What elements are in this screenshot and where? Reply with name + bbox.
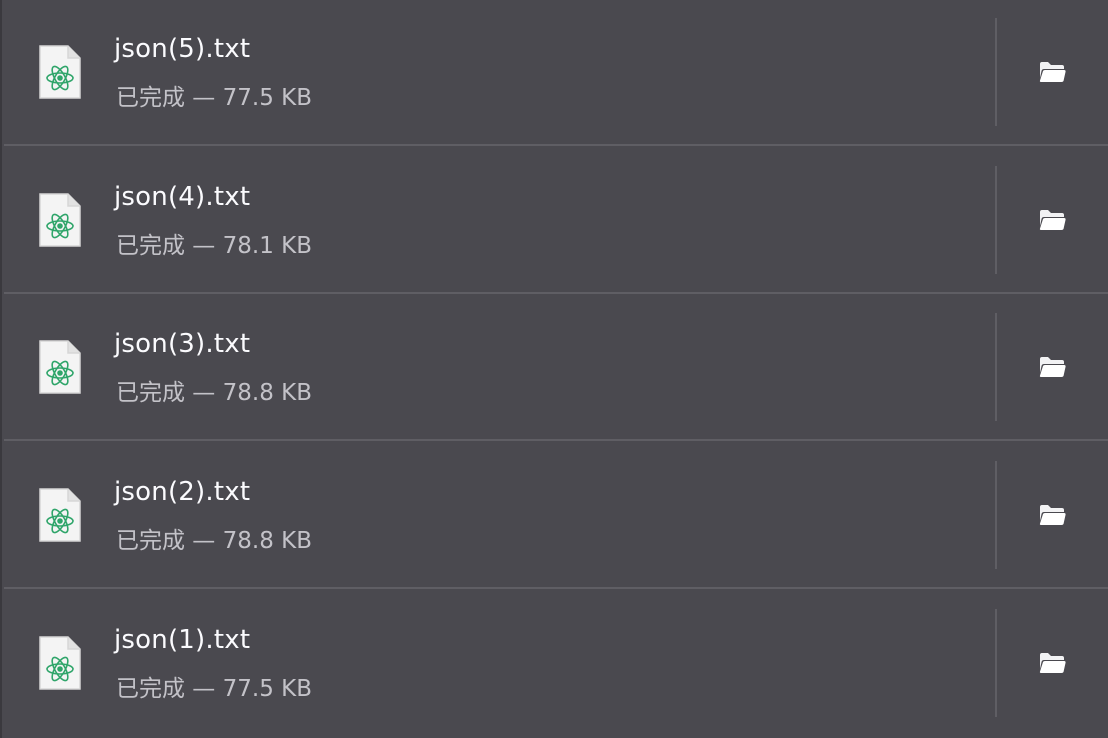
- folder-open-icon: [1039, 62, 1066, 82]
- download-item[interactable]: json(1).txt 已完成 — 77.5 KB: [4, 591, 1108, 737]
- download-filename: json(1).txt: [114, 625, 251, 655]
- open-folder-button[interactable]: [1016, 479, 1088, 551]
- folder-open-icon: [1039, 505, 1066, 525]
- download-filename: json(4).txt: [114, 182, 251, 212]
- open-folder-button[interactable]: [1016, 184, 1088, 256]
- download-item[interactable]: json(4).txt 已完成 — 78.1 KB: [4, 148, 1108, 294]
- download-status: 已完成 — 78.1 KB: [116, 233, 313, 259]
- divider: [995, 313, 997, 421]
- divider: [995, 609, 997, 717]
- divider: [995, 461, 997, 569]
- atom-file-icon: [38, 339, 82, 395]
- open-folder-button[interactable]: [1016, 36, 1088, 108]
- open-folder-button[interactable]: [1016, 627, 1088, 699]
- atom-file-icon: [38, 635, 82, 691]
- atom-file-icon: [38, 44, 82, 100]
- download-status: 已完成 — 77.5 KB: [116, 85, 313, 111]
- folder-open-icon: [1039, 210, 1066, 230]
- download-status: 已完成 — 77.5 KB: [116, 676, 313, 702]
- download-status: 已完成 — 78.8 KB: [116, 380, 313, 406]
- download-filename: json(5).txt: [114, 34, 251, 64]
- folder-open-icon: [1039, 653, 1066, 673]
- atom-file-icon: [38, 487, 82, 543]
- divider: [995, 166, 997, 274]
- download-item[interactable]: json(5).txt 已完成 — 77.5 KB: [4, 0, 1108, 146]
- download-status: 已完成 — 78.8 KB: [116, 528, 313, 554]
- download-filename: json(3).txt: [114, 329, 251, 359]
- download-filename: json(2).txt: [114, 477, 251, 507]
- open-folder-button[interactable]: [1016, 331, 1088, 403]
- downloads-panel: json(5).txt 已完成 — 77.5 KB json(4).txt 已完…: [0, 0, 1108, 738]
- download-item[interactable]: json(3).txt 已完成 — 78.8 KB: [4, 295, 1108, 441]
- download-item[interactable]: json(2).txt 已完成 — 78.8 KB: [4, 443, 1108, 589]
- atom-file-icon: [38, 192, 82, 248]
- divider: [995, 18, 997, 126]
- folder-open-icon: [1039, 357, 1066, 377]
